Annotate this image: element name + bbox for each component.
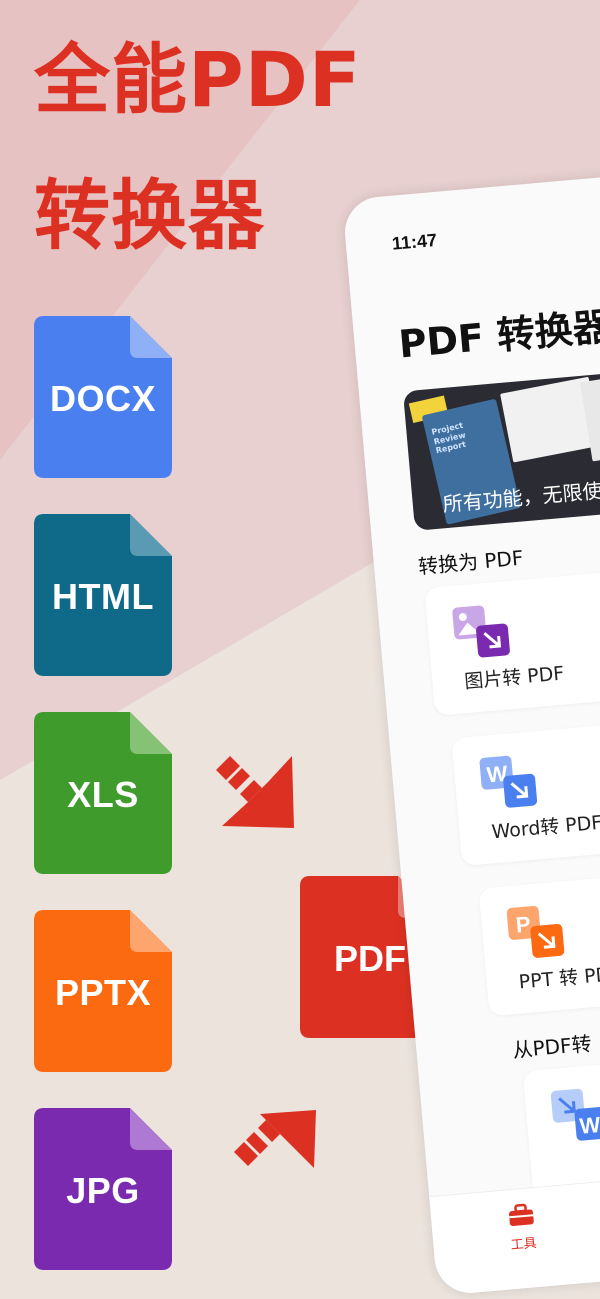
ppt-to-pdf-icon: P (506, 905, 565, 958)
tool-card-word-to-pdf[interactable]: W Word转 PDF (451, 708, 600, 867)
banner-report-title: Project Review Report (430, 420, 467, 456)
xls-label: XLS (67, 774, 139, 815)
tool-label: 图片转 PDF (463, 662, 566, 694)
svg-text:P: P (515, 911, 532, 937)
docx-label: DOCX (49, 378, 156, 419)
tool-card-ppt-to-pdf[interactable]: P PPT 转 PD (478, 859, 600, 1017)
tool-label: Word转 PDF (490, 811, 600, 844)
section-title-from-pdf: 从PDF转 (511, 1031, 593, 1063)
pptx-file-icon: PPTX (34, 910, 172, 1072)
html-file-icon: HTML (34, 514, 172, 676)
status-bar-time: 11:47 (391, 229, 438, 254)
toolbox-icon (509, 1203, 534, 1227)
svg-text:W: W (579, 1112, 600, 1139)
docx-file-icon: DOCX (34, 316, 172, 478)
headline-line-1: 全能PDF (34, 35, 362, 124)
html-label: HTML (52, 576, 154, 617)
xls-file-icon: XLS (34, 712, 172, 874)
arrow-up-right-icon (234, 1110, 316, 1168)
arrow-down-right-icon (216, 756, 294, 828)
section-title-to-pdf: 转换为 PDF (417, 545, 525, 579)
image-to-pdf-icon (452, 605, 510, 658)
app-title: PDF 转换器 (396, 304, 600, 367)
tool-label: PPT 转 PD (517, 963, 600, 994)
tool-card-image-to-pdf[interactable]: 图片转 PDF (424, 558, 600, 716)
jpg-file-icon: JPG (34, 1108, 172, 1270)
tool-card-pdf-to-word[interactable]: W (522, 1041, 600, 1200)
promo-banner[interactable]: Project Review Report 所有功能，无限使 (402, 360, 600, 531)
pdf-to-word-icon: W (550, 1088, 600, 1141)
headline-line-2: 转换器 (34, 171, 265, 260)
jpg-label: JPG (66, 1170, 140, 1211)
tab-tools-label: 工具 (510, 1236, 538, 1254)
tab-tools[interactable]: 工具 (490, 1201, 554, 1255)
pptx-label: PPTX (54, 972, 152, 1013)
word-to-pdf-icon: W (479, 755, 538, 808)
